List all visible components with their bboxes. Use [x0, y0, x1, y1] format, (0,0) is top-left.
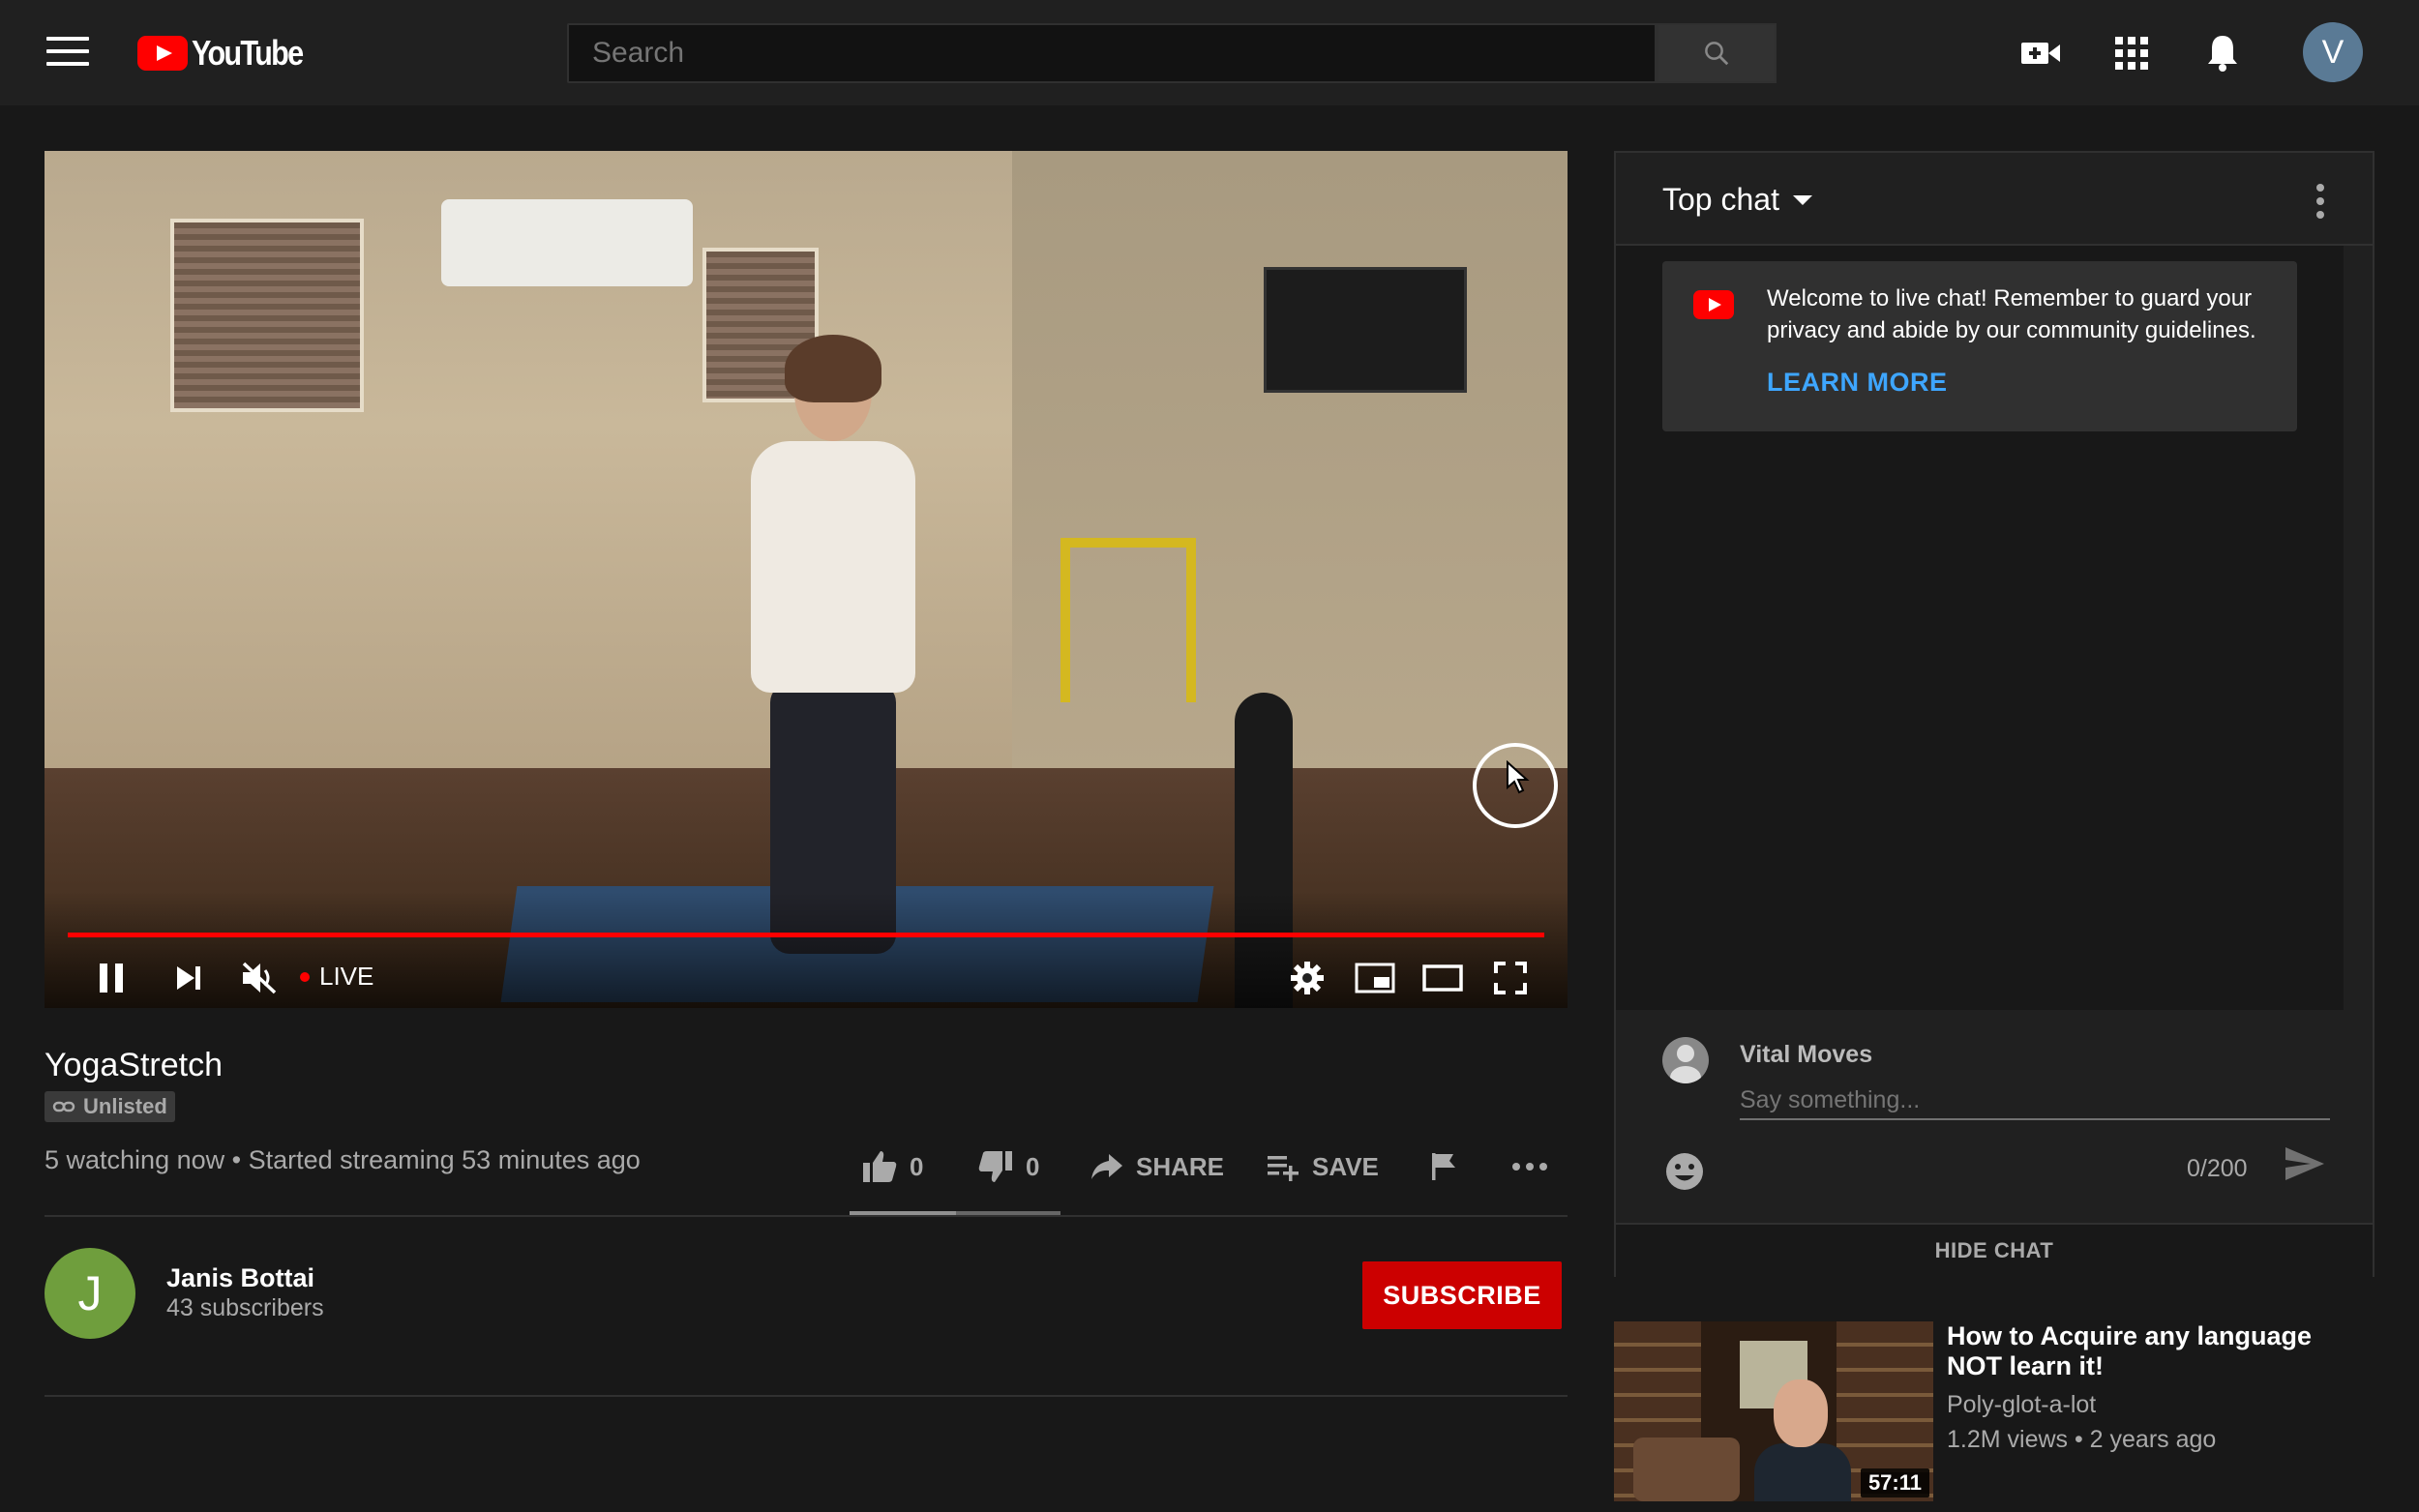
playlist-add-icon: [1268, 1156, 1299, 1181]
scene-window: [170, 219, 364, 412]
pause-icon: [100, 964, 123, 993]
channel-name[interactable]: Janis Bottai: [166, 1263, 314, 1293]
hide-chat-button[interactable]: HIDE CHAT: [1616, 1223, 2373, 1277]
theater-mode-button[interactable]: [1419, 954, 1467, 1002]
miniplayer-button[interactable]: [1351, 954, 1399, 1002]
welcome-message: Welcome to live chat! Remember to guard …: [1767, 285, 2256, 343]
chat-mode-label: Top chat: [1662, 182, 1779, 217]
chat-more-options-icon[interactable]: [2316, 184, 2324, 224]
save-button[interactable]: SAVE: [1266, 1145, 1379, 1188]
like-count: 0: [910, 1151, 924, 1181]
search-button[interactable]: [1657, 23, 1777, 83]
scene-tv: [1264, 267, 1467, 393]
gear-icon: [1291, 962, 1324, 994]
share-label: SHARE: [1136, 1151, 1225, 1181]
thumb-presenter: [1754, 1379, 1851, 1501]
settings-button[interactable]: [1283, 954, 1331, 1002]
chat-message-input[interactable]: [1740, 1082, 2330, 1120]
thumb-chair: [1633, 1438, 1740, 1501]
chat-header: Top chat: [1616, 153, 2373, 246]
emoji-icon: [1666, 1153, 1703, 1190]
like-button[interactable]: 0: [861, 1145, 923, 1188]
theater-mode-icon: [1422, 964, 1463, 992]
divider: [45, 1215, 1568, 1217]
create-video-icon[interactable]: [2018, 31, 2063, 75]
more-actions-button[interactable]: [1511, 1145, 1548, 1188]
chat-messages[interactable]: Welcome to live chat! Remember to guard …: [1616, 246, 2373, 1010]
masthead: YouTube V: [0, 0, 2419, 105]
scene-rack: [1060, 538, 1196, 702]
mute-button[interactable]: [232, 954, 286, 1002]
logo-text: YouTube: [192, 33, 304, 73]
view-meta: 5 watching now • Started streaming 53 mi…: [45, 1145, 641, 1174]
flag-icon: [1432, 1153, 1455, 1180]
emoji-button[interactable]: [1664, 1151, 1705, 1197]
welcome-banner: Welcome to live chat! Remember to guard …: [1662, 261, 2297, 431]
user-avatar: [1662, 1037, 1709, 1083]
mouse-cursor-icon: [1507, 760, 1530, 794]
recommended-meta: 1.2M views • 2 years ago: [1947, 1426, 2217, 1453]
youtube-logo-icon: [1693, 290, 1734, 319]
character-count: 0/200: [2187, 1155, 2248, 1182]
video-player[interactable]: LIVE: [45, 151, 1568, 1008]
channel-avatar[interactable]: J: [45, 1248, 135, 1339]
link-icon: [52, 1101, 75, 1112]
pause-button[interactable]: [87, 954, 135, 1002]
live-chat-panel: Top chat Welcome to live chat! Remember …: [1614, 151, 2374, 1277]
skip-next-icon: [177, 966, 200, 990]
share-arrow-icon: [1091, 1154, 1122, 1179]
recommended-video[interactable]: 57:11 How to Acquire any language NOT le…: [1614, 1321, 2374, 1501]
report-button[interactable]: [1430, 1145, 1457, 1188]
progress-bar[interactable]: [68, 933, 1544, 937]
unlisted-badge: Unlisted: [45, 1091, 175, 1122]
scene-air-conditioner: [441, 199, 693, 286]
send-button[interactable]: [2284, 1145, 2326, 1187]
apps-icon[interactable]: [2109, 31, 2154, 75]
video-thumbnail[interactable]: 57:11: [1614, 1321, 1933, 1501]
video-title: YogaStretch: [45, 1047, 223, 1083]
divider: [45, 1395, 1568, 1397]
volume-muted-icon: [242, 962, 277, 994]
recommended-channel[interactable]: Poly-glot-a-lot: [1947, 1391, 2096, 1419]
save-label: SAVE: [1312, 1151, 1379, 1181]
dropdown-caret-icon: [1792, 194, 1812, 205]
learn-more-link[interactable]: LEARN MORE: [1767, 368, 1948, 398]
search-icon: [1705, 42, 1729, 66]
search-input[interactable]: [567, 23, 1657, 83]
live-badge[interactable]: LIVE: [300, 962, 373, 992]
youtube-logo[interactable]: YouTube: [137, 33, 322, 74]
menu-icon[interactable]: [46, 37, 89, 70]
notifications-bell-icon[interactable]: [2200, 31, 2245, 75]
more-horizontal-icon: [1512, 1163, 1547, 1171]
dislike-count: 0: [1026, 1151, 1040, 1181]
privacy-label: Unlisted: [83, 1094, 167, 1118]
chat-mode-dropdown[interactable]: Top chat: [1662, 182, 1812, 218]
account-avatar[interactable]: V: [2303, 22, 2363, 82]
send-icon: [2285, 1147, 2324, 1180]
chat-user-name: Vital Moves: [1740, 1041, 1873, 1068]
subscribe-button[interactable]: SUBSCRIBE: [1362, 1261, 1562, 1329]
youtube-play-icon: [137, 36, 188, 71]
fullscreen-button[interactable]: [1486, 954, 1535, 1002]
video-duration: 57:11: [1860, 1468, 1929, 1497]
thumbs-up-icon: [863, 1151, 897, 1182]
share-button[interactable]: SHARE: [1090, 1145, 1224, 1188]
scene-person: [751, 441, 915, 693]
miniplayer-icon: [1355, 963, 1395, 993]
dislike-button[interactable]: 0: [977, 1145, 1039, 1188]
chat-composer: Vital Moves 0/200: [1616, 1010, 2373, 1223]
subscriber-count: 43 subscribers: [166, 1294, 324, 1321]
recommended-title[interactable]: How to Acquire any language NOT learn it…: [1947, 1321, 2353, 1381]
next-button[interactable]: [164, 954, 213, 1002]
chat-scrollbar[interactable]: [2344, 246, 2373, 1010]
scene-person: [785, 335, 881, 402]
fullscreen-icon: [1494, 962, 1527, 994]
thumbs-down-icon: [978, 1151, 1012, 1182]
